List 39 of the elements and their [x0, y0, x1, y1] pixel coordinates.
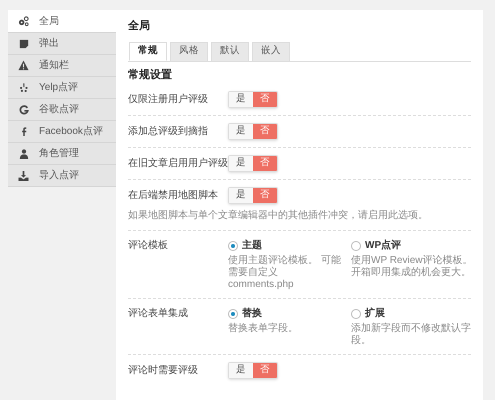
setting-label: 在旧文章启用用户评级: [128, 156, 228, 171]
option-description: 替换表单字段。: [228, 323, 299, 335]
option-label: 主题: [242, 238, 262, 253]
option-label: 替换: [242, 306, 262, 321]
yes-no-switch[interactable]: 是 否: [228, 187, 278, 204]
yes-no-switch[interactable]: 是 否: [228, 155, 278, 172]
help-text: 如果地图脚本与单个文章编辑器中的其他插件冲突，请启用此选项。: [128, 208, 428, 223]
setting-label: 添加总评级到摘指: [128, 124, 209, 139]
option-description: 使用WP Review评论模板。开箱即用集成的机会更大。: [351, 255, 474, 279]
warning-icon: [18, 60, 29, 71]
radio-button[interactable]: [351, 308, 361, 318]
setting-label: 评论表单集成: [128, 306, 189, 321]
yes-no-switch[interactable]: 是 否: [228, 91, 278, 108]
gears-icon: [18, 16, 29, 26]
yes-no-switch[interactable]: 是 否: [228, 362, 278, 379]
f-letter-icon: [20, 126, 26, 137]
setting-label: 在后端禁用地图脚本: [128, 188, 219, 203]
tab[interactable]: 嵌入: [252, 42, 290, 60]
radio-button[interactable]: [351, 240, 361, 250]
radio-button[interactable]: [228, 308, 238, 318]
radio-button[interactable]: [228, 240, 238, 250]
g-letter-icon: [18, 104, 28, 114]
option-label: WP点评: [365, 238, 402, 253]
option-description: 添加新字段而不修改默认字段。: [351, 323, 472, 347]
note-icon: [18, 38, 28, 48]
download-icon: [18, 170, 29, 180]
option-label: 扩展: [365, 306, 385, 321]
section-title: 常规设置: [128, 68, 172, 82]
sidebar-item[interactable]: 全局: [8, 10, 116, 32]
panel-title: 全局: [128, 18, 150, 34]
tab[interactable]: 常规: [129, 42, 167, 60]
setting-label: 评论时需要评级: [128, 364, 199, 378]
tab[interactable]: 默认: [211, 42, 249, 60]
option-description: 使用主题评论模板。 可能需要自定义 comments.php: [228, 255, 342, 291]
user-icon: [18, 148, 28, 158]
yes-no-switch[interactable]: 是 否: [228, 123, 278, 140]
setting-label: 仅限注册用户评级: [128, 92, 209, 107]
setting-label: 评论模板: [128, 238, 169, 253]
tab[interactable]: 风格: [170, 42, 208, 60]
